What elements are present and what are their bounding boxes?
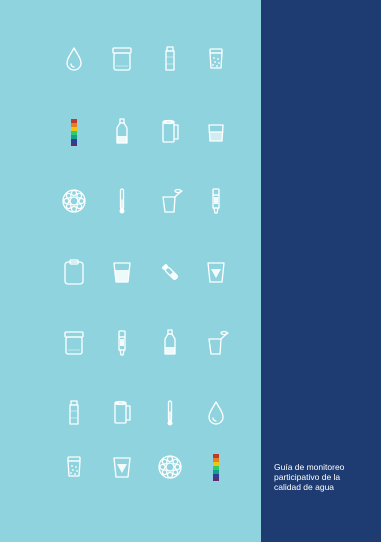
water-bottle-icon	[108, 117, 136, 147]
petri-dish-icon	[60, 186, 88, 216]
color-scale-strip-icon	[60, 117, 88, 147]
paper-towel-roll-icon	[156, 117, 184, 147]
title-panel	[261, 0, 381, 542]
sample-jar-icon	[60, 328, 88, 358]
test-pen-icon	[108, 328, 136, 358]
beaker-icon	[202, 117, 230, 147]
small-bottle-icon	[60, 398, 88, 428]
test-tube-icon	[156, 257, 184, 287]
sample-cup-dots-icon	[60, 452, 88, 482]
cover-title: Guía de monitoreo participativo de la ca…	[274, 462, 345, 492]
thermometer-icon	[156, 398, 184, 428]
color-scale-strip-icon	[202, 452, 230, 482]
measuring-cup-icon	[156, 186, 184, 216]
water-drop-icon	[202, 398, 230, 428]
thermometer-icon	[108, 186, 136, 216]
water-cup-icon	[108, 257, 136, 287]
paper-towel-roll-icon	[108, 398, 136, 428]
funnel-filter-icon	[108, 452, 136, 482]
measuring-cup-icon	[202, 328, 230, 358]
water-bottle-icon	[156, 328, 184, 358]
petri-dish-icon	[156, 452, 184, 482]
sample-cup-dots-icon	[202, 44, 230, 74]
test-pen-icon	[202, 186, 230, 216]
water-drop-icon	[60, 44, 88, 74]
sample-jar-icon	[108, 44, 136, 74]
small-bottle-icon	[156, 44, 184, 74]
funnel-filter-icon	[202, 257, 230, 287]
clipboard-icon	[60, 257, 88, 287]
cover-page: Guía de monitoreo participativo de la ca…	[0, 0, 381, 542]
